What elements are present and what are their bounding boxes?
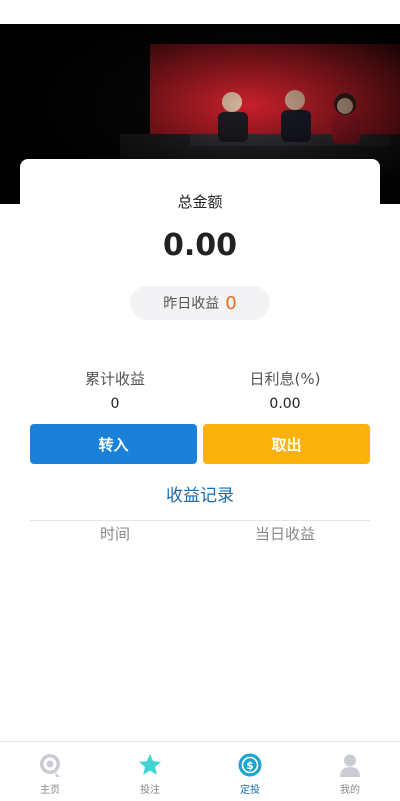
transfer-in-button[interactable]: 转入 [30,424,197,464]
total-amount-value: 0.00 [162,228,238,263]
tab-profile-label: 我的 [340,785,360,796]
records-column-time: 时间 [99,525,130,543]
earnings-records-title: 收益记录 [166,486,234,506]
tab-betting[interactable]: 投注 [100,742,200,801]
tab-home[interactable]: 主页 [0,742,100,801]
cumulative-earnings-stat: 累计收益 0 [30,368,200,414]
daily-rate-label: 日利息(%) [249,370,321,388]
records-column-daily-earnings: 当日收益 [254,525,315,543]
dollar-circle-icon: $ [238,753,262,777]
svg-text:$: $ [246,759,254,772]
cumulative-earnings-label: 累计收益 [84,370,145,388]
daily-rate-stat: 日利息(%) 0.00 [200,368,370,414]
cumulative-earnings-value: 0 [110,396,120,412]
tab-home-label: 主页 [40,785,60,796]
user-icon [340,754,360,777]
total-amount-label: 总金额 [177,193,223,211]
tab-betting-label: 投注 [140,785,160,796]
tab-fixed-investment-label: 定投 [240,785,260,796]
daily-rate-value: 0.00 [269,396,301,412]
withdraw-button[interactable]: 取出 [203,424,370,464]
tab-profile[interactable]: 我的 [300,742,400,801]
records-divider [30,520,370,521]
home-icon [40,754,60,777]
yesterday-earnings-value: 0 [225,292,237,314]
star-icon [139,754,161,775]
yesterday-earnings-label: 昨日收益 [163,296,220,312]
tab-fixed-investment[interactable]: $ 定投 [200,742,300,801]
yesterday-earnings-badge: 昨日收益 0 [130,286,270,320]
bottom-tab-bar: 主页 投注 $ 定投 我的 [0,741,400,801]
